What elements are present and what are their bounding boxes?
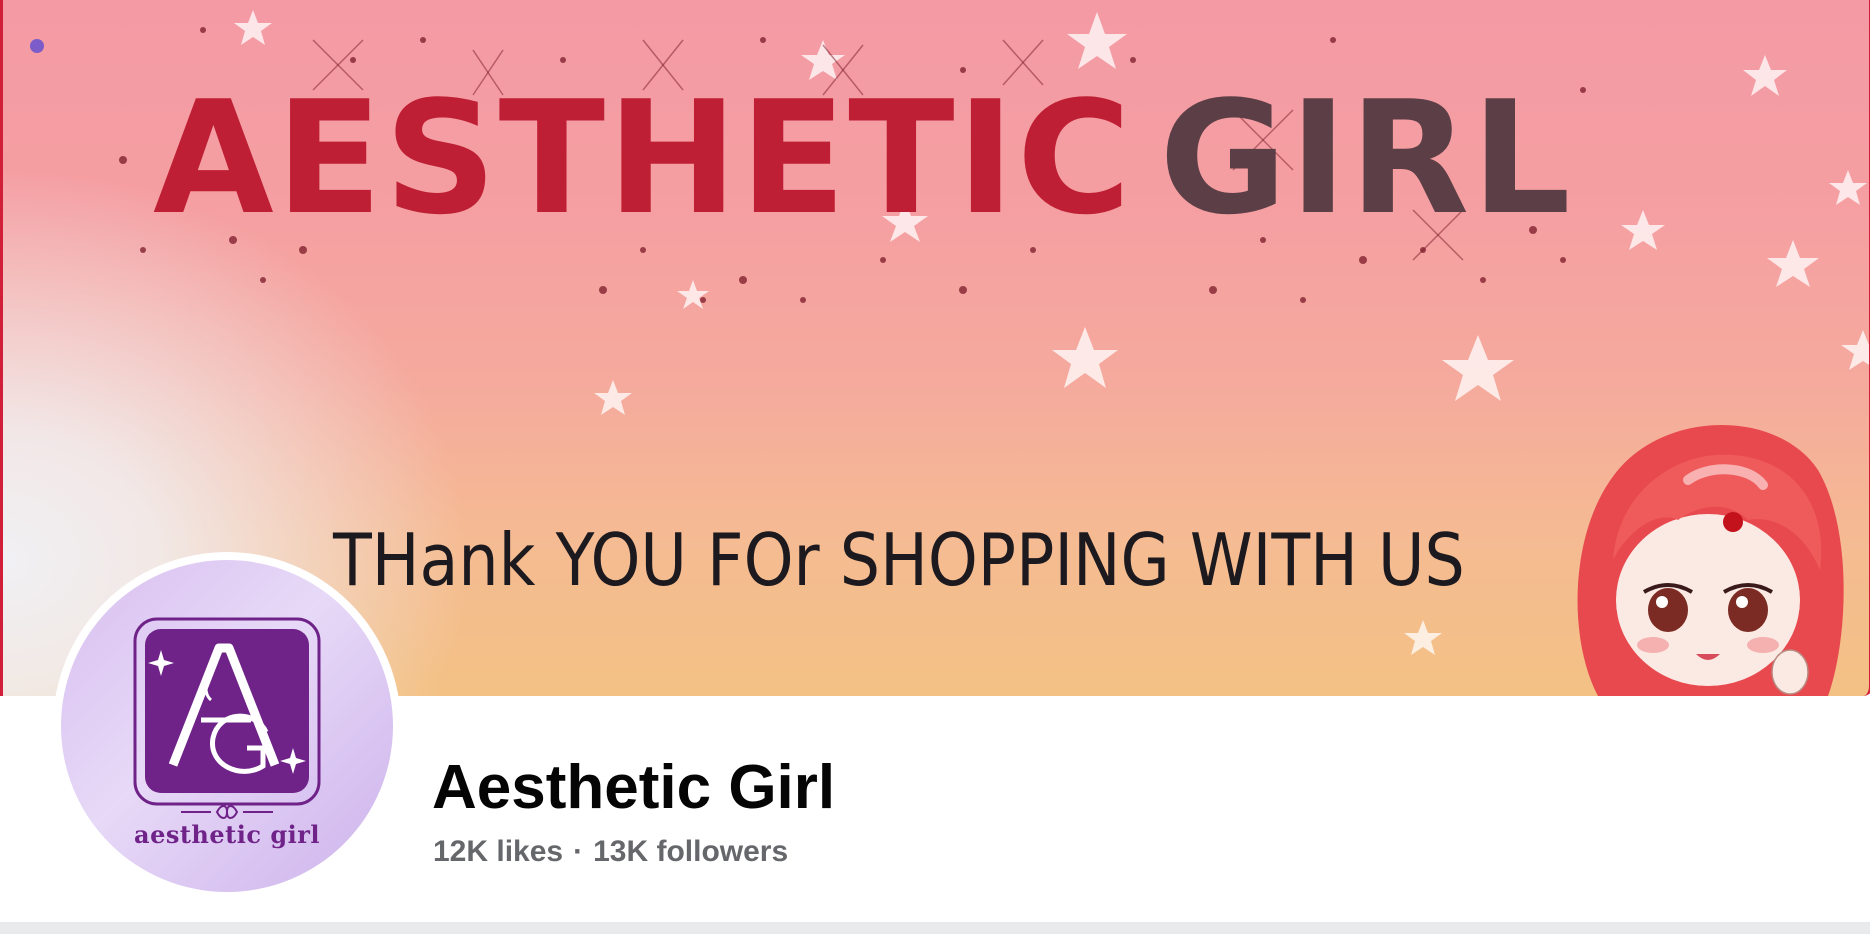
cover-indicator-dot [30, 39, 44, 53]
profile-logo: aesthetic girl [61, 560, 393, 892]
anime-girl-illustration [1577, 425, 1844, 696]
page-title: Aesthetic Girl [432, 753, 836, 822]
logo-caption: aesthetic girl [134, 820, 320, 849]
cover-tagline: THank YOU FOr SHOPPING WITH US [333, 518, 1465, 602]
page-stats: 12K likes · 13K followers [433, 835, 788, 869]
cover-headline: AESTHETIC GIRL [153, 80, 1573, 236]
cover-headline-word2: GIRL [1159, 67, 1573, 249]
stats-separator: · [573, 835, 584, 868]
header-divider [0, 922, 1870, 934]
profile-picture[interactable]: aesthetic girl [53, 552, 401, 900]
followers-link[interactable]: 13K followers [593, 835, 788, 868]
likes-link[interactable]: 12K likes [433, 835, 563, 868]
cover-headline-word1: AESTHETIC [153, 67, 1134, 249]
